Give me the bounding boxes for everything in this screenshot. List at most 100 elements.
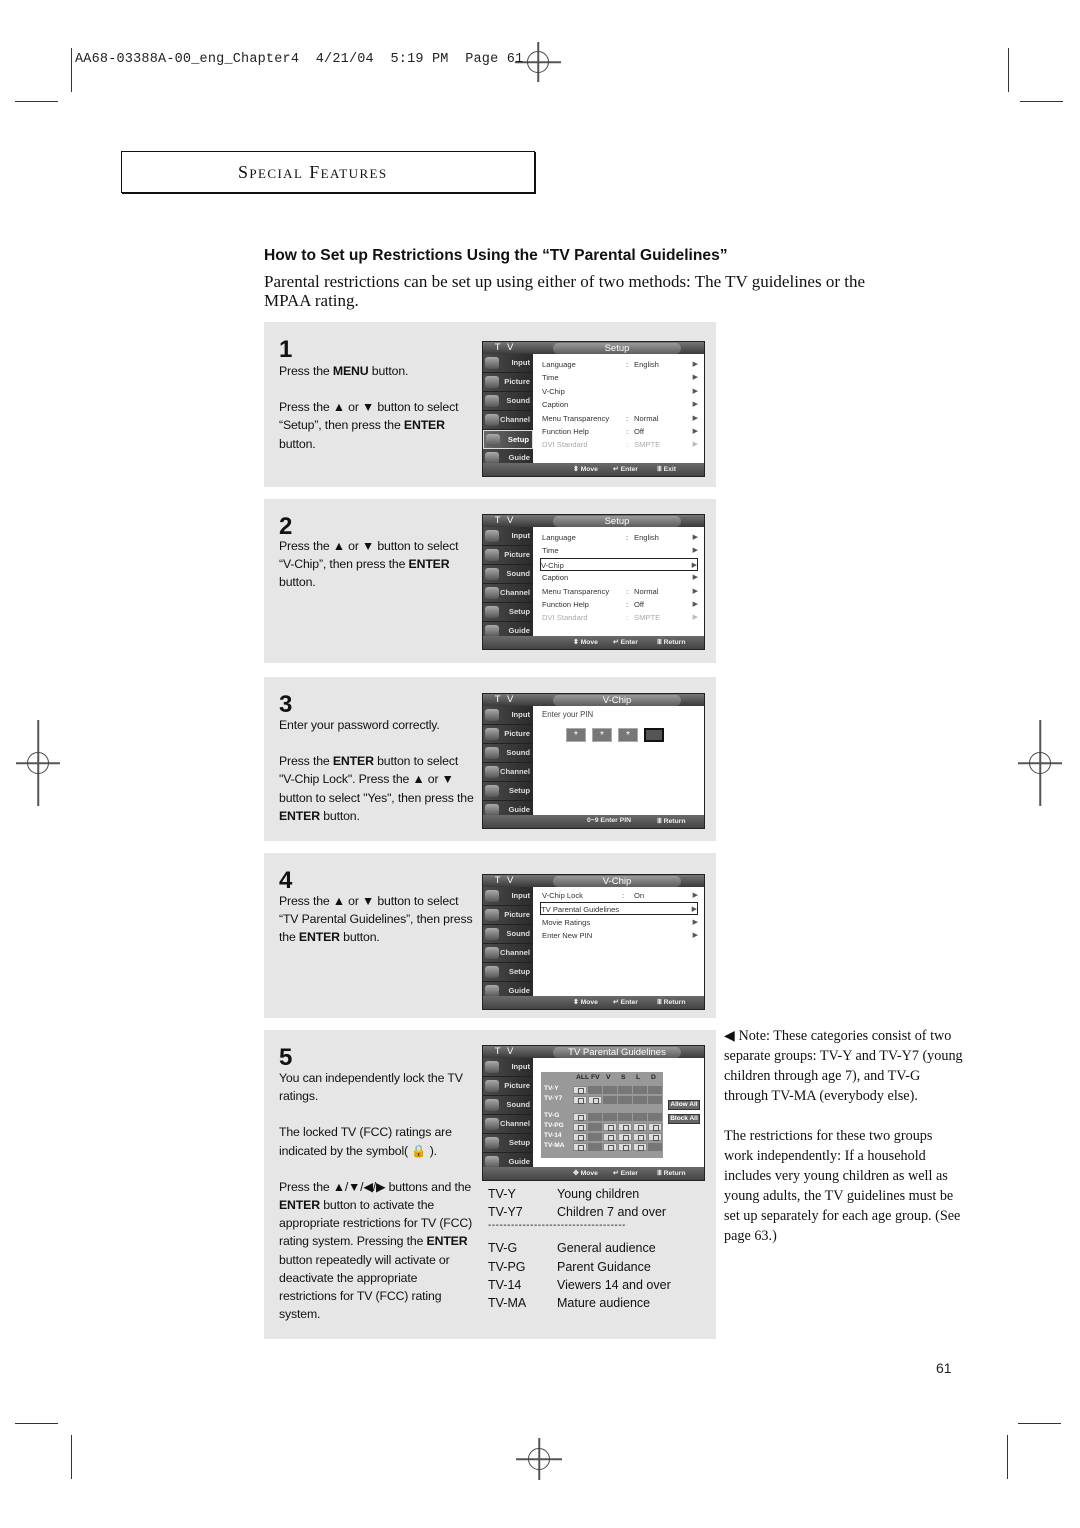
rating-cell-unlocked[interactable] xyxy=(648,1143,662,1151)
lock-icon[interactable] xyxy=(573,1143,587,1151)
rating-cell-unlocked[interactable] xyxy=(588,1123,602,1131)
rating-cell-unlocked[interactable] xyxy=(588,1086,602,1094)
osd-sidebar-item-channel[interactable]: Channel xyxy=(483,1115,533,1134)
rating-cell-unlocked[interactable] xyxy=(648,1096,662,1104)
rating-cell-unlocked[interactable] xyxy=(648,1086,662,1094)
lock-icon[interactable] xyxy=(618,1133,632,1141)
osd-sidebar-item-sound[interactable]: Sound xyxy=(483,925,533,944)
osd-menu-item[interactable]: Enter New PIN ▶ xyxy=(542,929,698,942)
osd-menu-item[interactable]: Function Help: Off ▶ xyxy=(542,598,698,611)
osd-title: TV Parental Guidelines xyxy=(553,1047,681,1058)
rating-cell-unlocked[interactable] xyxy=(633,1086,647,1094)
osd-menu-item[interactable]: Function Help: Off ▶ xyxy=(542,425,698,438)
menu-item-label: Language xyxy=(542,360,576,369)
lock-icon[interactable] xyxy=(588,1096,602,1104)
osd-sidebar-item-channel[interactable]: Channel xyxy=(483,944,533,963)
osd-sidebar-item-input[interactable]: Input xyxy=(483,706,533,725)
osd-sidebar-item-sound[interactable]: Sound xyxy=(483,1096,533,1115)
rating-cell-unlocked[interactable] xyxy=(618,1113,632,1121)
lock-icon[interactable] xyxy=(573,1096,587,1104)
lock-icon[interactable] xyxy=(648,1123,662,1131)
osd-sidebar-item-input[interactable]: Input xyxy=(483,887,533,906)
osd-sidebar-label: Channel xyxy=(500,948,530,957)
pin-digit[interactable]: * xyxy=(566,728,586,742)
osd-sidebar-item-sound[interactable]: Sound xyxy=(483,565,533,584)
osd-menu-item[interactable]: V-Chip ▶ xyxy=(542,385,698,398)
lock-icon[interactable] xyxy=(618,1143,632,1151)
osd-sidebar-item-sound[interactable]: Sound xyxy=(483,392,533,411)
pin-digit[interactable]: * xyxy=(618,728,638,742)
lock-icon[interactable] xyxy=(573,1133,587,1141)
slug-page-label: Page xyxy=(465,52,499,67)
lock-icon[interactable] xyxy=(633,1123,647,1131)
block-all-button[interactable]: Block All xyxy=(668,1114,700,1124)
rating-cell-unlocked[interactable] xyxy=(618,1096,632,1104)
osd-sidebar-item-setup[interactable]: Setup xyxy=(483,782,533,801)
lock-icon[interactable] xyxy=(573,1086,587,1094)
input-icon xyxy=(485,1061,499,1073)
lock-icon[interactable] xyxy=(618,1123,632,1131)
osd-sidebar-label: Sound xyxy=(506,569,530,578)
osd-menu-item[interactable]: TV Parental Guidelines ▶ xyxy=(540,902,698,916)
osd-sidebar-label: Guide xyxy=(508,453,530,462)
osd-menu-item[interactable]: Caption ▶ xyxy=(542,571,698,584)
rating-cell-unlocked[interactable] xyxy=(633,1096,647,1104)
rating-cell-unlocked[interactable] xyxy=(588,1143,602,1151)
osd-sidebar-item-input[interactable]: Input xyxy=(483,527,533,546)
osd-menu-item[interactable]: Language: English ▶ xyxy=(542,358,698,371)
rating-cell-unlocked[interactable] xyxy=(603,1086,617,1094)
osd-menu-item[interactable]: Movie Ratings ▶ xyxy=(542,916,698,929)
osd-sidebar-item-setup[interactable]: Setup xyxy=(483,603,533,622)
lock-icon[interactable] xyxy=(573,1123,587,1131)
osd-sidebar-item-channel[interactable]: Channel xyxy=(483,411,533,430)
osd-menu-item[interactable]: Time ▶ xyxy=(542,371,698,384)
chevron-right-icon: ▶ xyxy=(692,918,698,926)
lock-icon[interactable] xyxy=(648,1133,662,1141)
osd-menu-item[interactable]: Language: English ▶ xyxy=(542,531,698,544)
osd-menu-item[interactable]: Caption ▶ xyxy=(542,398,698,411)
osd-sidebar-item-setup[interactable]: Setup xyxy=(483,1134,533,1153)
pin-digit[interactable]: * xyxy=(592,728,612,742)
osd-sidebar-item-input[interactable]: Input xyxy=(483,1058,533,1077)
lock-icon[interactable] xyxy=(633,1133,647,1141)
input-icon xyxy=(485,530,499,542)
osd-menu-item[interactable]: DVI Standard: SMPTE ▶ xyxy=(542,611,698,624)
lock-icon[interactable] xyxy=(633,1143,647,1151)
osd-sidebar-item-channel[interactable]: Channel xyxy=(483,584,533,603)
osd-title: V-Chip xyxy=(553,695,681,706)
osd-sidebar-item-channel[interactable]: Channel xyxy=(483,763,533,782)
osd-menu-item[interactable]: Menu Transparency: Normal ▶ xyxy=(542,585,698,598)
osd-sidebar-item-picture[interactable]: Picture xyxy=(483,546,533,565)
lock-icon[interactable] xyxy=(603,1143,617,1151)
rating-cell-unlocked[interactable] xyxy=(648,1113,662,1121)
osd-sidebar-item-setup[interactable]: Setup xyxy=(483,963,533,982)
rating-cell-unlocked[interactable] xyxy=(603,1096,617,1104)
osd-sidebar-item-picture[interactable]: Picture xyxy=(483,906,533,925)
osd-sidebar-item-picture[interactable]: Picture xyxy=(483,1077,533,1096)
osd-footer: ⬍ Move ↵ Enter Ⅲ Return xyxy=(483,996,704,1009)
chevron-right-icon: ▶ xyxy=(692,414,698,422)
rating-cell-unlocked[interactable] xyxy=(633,1113,647,1121)
osd-menu-item[interactable]: V-Chip ▶ xyxy=(540,557,698,571)
osd-menu-item[interactable]: Menu Transparency: Normal ▶ xyxy=(542,412,698,425)
lock-icon[interactable] xyxy=(603,1133,617,1141)
allow-all-button[interactable]: Allow All xyxy=(668,1100,700,1110)
rating-cell-unlocked[interactable] xyxy=(588,1133,602,1141)
osd-menu-item[interactable]: V-Chip Lock: On ▶ xyxy=(542,889,698,902)
pin-digit-active[interactable] xyxy=(644,728,664,742)
lock-icon[interactable] xyxy=(573,1113,587,1121)
rating-cell-unlocked[interactable] xyxy=(603,1113,617,1121)
crop-mark xyxy=(71,1435,72,1479)
osd-sidebar-item-picture[interactable]: Picture xyxy=(483,373,533,392)
rating-cell-unlocked[interactable] xyxy=(618,1086,632,1094)
chevron-right-icon: ▶ xyxy=(692,361,698,368)
osd-sidebar-item-input[interactable]: Input xyxy=(483,354,533,373)
lock-icon[interactable] xyxy=(603,1123,617,1131)
osd-menu-item[interactable]: Time ▶ xyxy=(542,544,698,557)
osd-menu-item[interactable]: DVI Standard: SMPTE ▶ xyxy=(542,438,698,451)
osd-sidebar-label: Sound xyxy=(506,748,530,757)
osd-sidebar-item-setup[interactable]: Setup xyxy=(483,430,533,449)
rating-cell-unlocked[interactable] xyxy=(588,1113,602,1121)
osd-sidebar-item-picture[interactable]: Picture xyxy=(483,725,533,744)
osd-sidebar-item-sound[interactable]: Sound xyxy=(483,744,533,763)
